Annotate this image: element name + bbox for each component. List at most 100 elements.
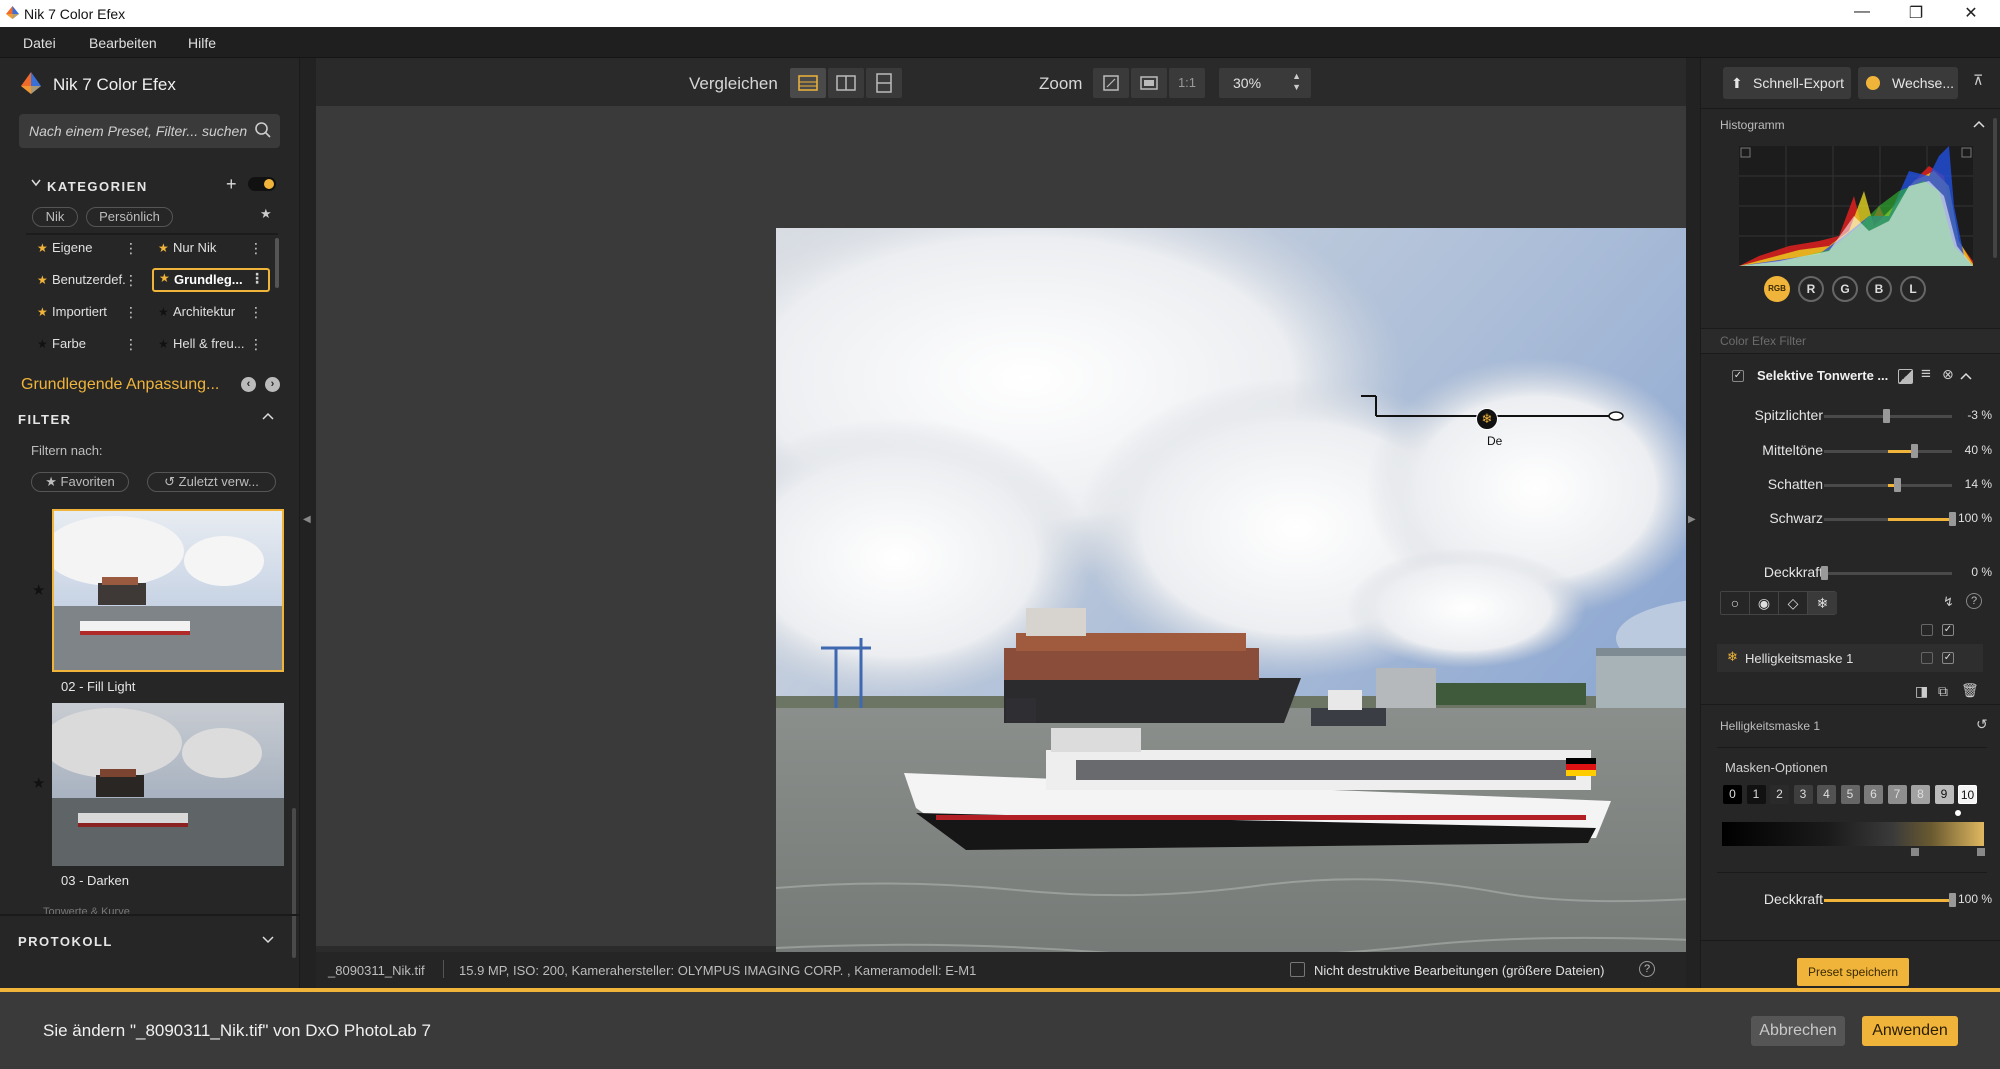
channel-r[interactable]: R [1798, 276, 1824, 302]
chip-zuletzt[interactable]: ↺ Zuletzt verw... [147, 472, 276, 492]
remove-filter-icon[interactable]: ⊗ [1942, 366, 1954, 383]
color-point-tool-icon[interactable]: ◉ [1750, 592, 1779, 614]
menu-datei[interactable]: Datei [23, 35, 56, 51]
zoom-1to1-button[interactable]: 1:1 [1169, 68, 1205, 98]
more-icon[interactable]: ⋮ [124, 268, 138, 292]
preset-star-icon[interactable]: ★ [32, 581, 45, 599]
zoom-fill-button[interactable] [1131, 68, 1167, 98]
favorite-star-icon[interactable]: ★ [260, 206, 272, 222]
category-benutzerdef[interactable]: ★ Benutzerdef. ⋮ [32, 268, 142, 292]
control-point-tool-icon[interactable]: ○ [1721, 592, 1750, 614]
gradient-top-handle[interactable] [1955, 810, 1961, 816]
collapse-left-icon[interactable]: ◀ [303, 514, 311, 525]
slider-knob[interactable] [1949, 512, 1956, 526]
right-scrollbar[interactable] [1993, 118, 1997, 258]
apply-button[interactable]: Anwenden [1862, 1016, 1958, 1046]
nondestructive-checkbox[interactable] [1290, 962, 1305, 977]
slider-spitzlichter[interactable]: Spitzlichter -3 % [1720, 405, 1992, 427]
slider-knob[interactable] [1910, 444, 1918, 458]
mask-level-8[interactable]: 8 [1911, 785, 1930, 804]
help-icon[interactable]: ? [1966, 593, 1982, 609]
slider-knob[interactable] [1949, 893, 1956, 907]
image-canvas[interactable]: ❄ De [316, 106, 1857, 1038]
filter-scrollbar[interactable] [292, 808, 296, 958]
slider-mask-deckkraft[interactable]: Deckkraft 100 % [1720, 889, 1992, 911]
category-eigene[interactable]: ★ Eigene ⋮ [32, 236, 142, 260]
mask-enable-all-checkbox[interactable]: ✓ [1942, 624, 1954, 636]
zoom-select[interactable]: 30% ▲ ▼ [1219, 68, 1311, 98]
help-icon[interactable]: ? [1639, 961, 1655, 977]
invert-mask-icon[interactable]: ◨ [1915, 683, 1928, 700]
chip-favoriten[interactable]: ★ Favoriten [31, 472, 129, 492]
delete-icon[interactable]: 🗑 [1961, 682, 1979, 699]
duplicate-icon[interactable]: ⧉ [1938, 683, 1948, 700]
reset-icon[interactable]: ↺ [1976, 716, 1988, 733]
menu-hilfe[interactable]: Hilfe [188, 35, 216, 51]
menu-icon[interactable]: ≡ [1921, 364, 1931, 384]
save-preset-button[interactable]: Preset speichern [1797, 958, 1909, 986]
mask-level-1[interactable]: 1 [1746, 785, 1766, 804]
more-icon[interactable]: ⋮ [250, 268, 264, 288]
collapse-right-icon[interactable]: ▶ [1688, 514, 1696, 525]
mask-view-checkbox[interactable] [1921, 652, 1933, 664]
compare-vertical-button[interactable] [866, 68, 902, 98]
channel-l[interactable]: L [1900, 276, 1926, 302]
chip-nik[interactable]: Nik [32, 207, 78, 227]
chip-persoenlich[interactable]: Persönlich [86, 207, 173, 227]
preset-star-icon[interactable]: ★ [32, 774, 45, 792]
mask-level-5[interactable]: 5 [1840, 785, 1860, 804]
mask-level-3[interactable]: 3 [1793, 785, 1813, 804]
slider-knob[interactable] [1821, 566, 1828, 580]
gradient-handle-left[interactable] [1911, 848, 1919, 856]
mask-level-9[interactable]: 9 [1934, 785, 1954, 804]
chevron-up-icon[interactable] [1960, 372, 1972, 380]
collapse-top-icon[interactable]: ⊼ [1973, 72, 1983, 89]
category-scrollbar[interactable] [275, 238, 279, 288]
channel-g[interactable]: G [1832, 276, 1858, 302]
preset-thumb-fill-light[interactable] [52, 509, 284, 672]
category-farbe[interactable]: ★ Farbe ⋮ [32, 332, 142, 356]
more-icon[interactable]: ⋮ [124, 300, 138, 324]
category-grundlegende[interactable]: ★ Grundleg... ⋮ [152, 268, 270, 292]
minimize-icon[interactable]: — [1839, 3, 1885, 25]
restore-icon[interactable]: ❐ [1893, 3, 1939, 25]
slider-knob[interactable] [1893, 478, 1901, 492]
more-icon[interactable]: ⋮ [124, 236, 138, 260]
category-importiert[interactable]: ★ Importiert ⋮ [32, 300, 142, 324]
slider-deckkraft[interactable]: Deckkraft 0 % [1720, 562, 1992, 584]
chevron-up-icon[interactable] [262, 412, 274, 420]
preset-thumb-darken[interactable] [52, 703, 284, 866]
compare-side-button[interactable] [828, 68, 864, 98]
mask-level-4[interactable]: 4 [1817, 785, 1836, 804]
compare-split-button[interactable] [790, 68, 826, 98]
add-category-icon[interactable]: + [226, 174, 237, 195]
more-icon[interactable]: ⋮ [124, 332, 138, 356]
category-hell-freundlich[interactable]: ★ Hell & freu... ⋮ [153, 332, 267, 356]
more-icon[interactable]: ⋮ [249, 332, 263, 356]
channel-rgb[interactable]: RGB [1764, 276, 1790, 302]
mask-level-10[interactable]: 10 [1958, 785, 1977, 804]
mask-level-7[interactable]: 7 [1887, 785, 1907, 804]
slider-knob[interactable] [1883, 409, 1891, 423]
category-nur-nik[interactable]: ★ Nur Nik ⋮ [153, 236, 267, 260]
chevron-down-icon[interactable] [31, 179, 41, 187]
protokoll-header[interactable]: PROTOKOLL [18, 934, 113, 949]
right-panel-collapse-strip[interactable]: ▶ [1686, 58, 1700, 988]
mask-row[interactable]: ❄ Helligkeitsmaske 1 ✓ [1717, 644, 1983, 672]
slider-schwarz[interactable]: Schwarz 100 % [1720, 508, 1992, 530]
search-input[interactable]: Nach einem Preset, Filter... suchen [19, 114, 280, 148]
luminosity-mask-tool-icon[interactable]: ❄ [1808, 592, 1837, 614]
mask-gradient-preview[interactable] [1722, 822, 1984, 846]
mask-level-6[interactable]: 6 [1864, 785, 1883, 804]
slider-schatten[interactable]: Schatten 14 % [1720, 474, 1992, 496]
left-panel-collapse-strip[interactable]: ◀ [300, 58, 316, 988]
next-icon[interactable]: › [265, 377, 280, 392]
chevron-up-icon[interactable] [1973, 120, 1985, 128]
more-icon[interactable]: ⋮ [249, 236, 263, 260]
more-icon[interactable]: ⋮ [249, 300, 263, 324]
slider-mitteltoene[interactable]: Mitteltöne 40 % [1720, 440, 1992, 462]
cancel-button[interactable]: Abbrechen [1751, 1016, 1845, 1046]
truncated-filter-item[interactable]: Tonwerte & Kurve [43, 906, 130, 914]
quick-export-button[interactable]: ⬆ Schnell-Export [1723, 67, 1851, 99]
mask-pin-icon[interactable]: ↯ [1943, 594, 1954, 610]
